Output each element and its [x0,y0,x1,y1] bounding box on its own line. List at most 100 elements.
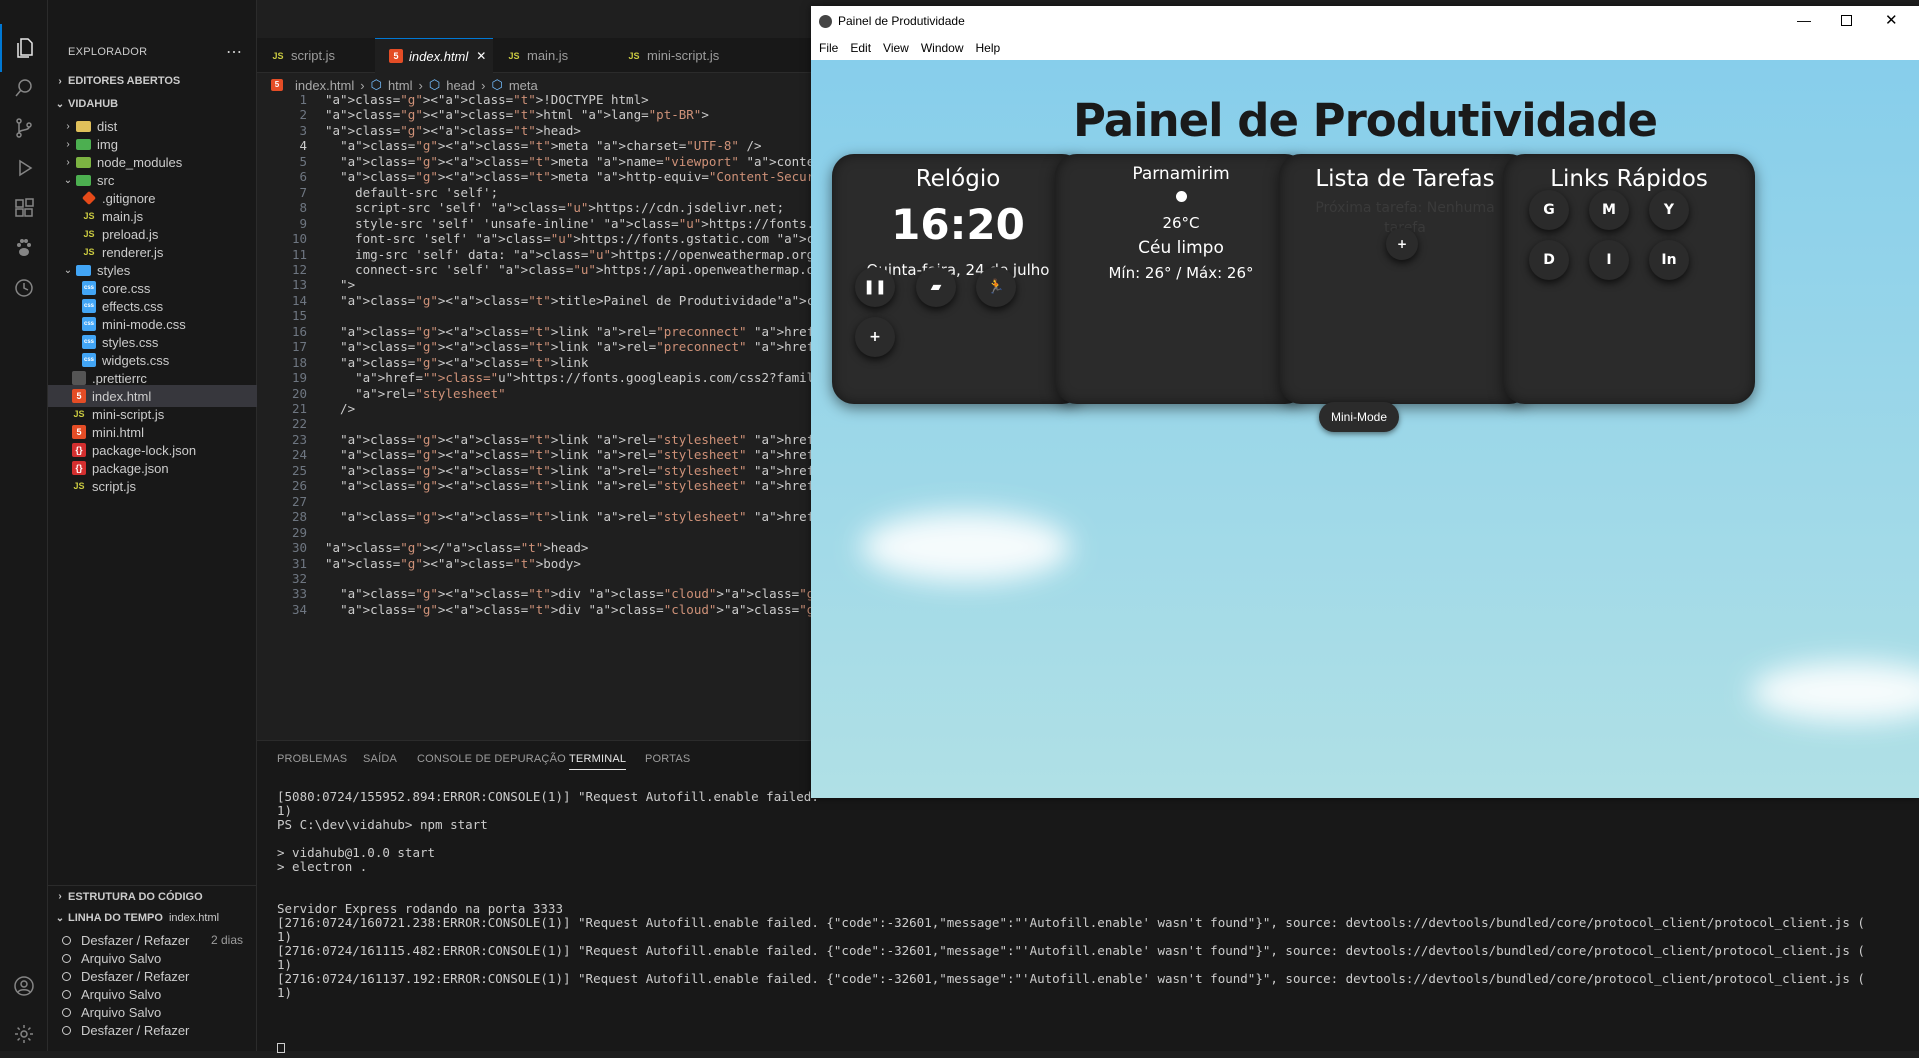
line-number: 8 [299,200,307,216]
tree-item-label: mini-mode.css [102,316,186,332]
code-line[interactable]: "a">rel="stylesheet" [325,386,506,401]
close-window-icon[interactable]: ✕ [1885,11,1898,29]
code-line[interactable]: "a">class="g"><"a">class="t">meta "a">ch… [325,138,761,153]
tree-item-label: dist [97,118,118,134]
weather-sun-icon [1175,191,1187,202]
line-number: 30 [291,540,307,556]
breadcrumb-item[interactable]: head [446,78,475,93]
line-number: 2 [299,107,307,123]
terminal-line: 1) [277,929,293,944]
open-editors-section[interactable]: › EDITORES ABERTOS [48,70,257,92]
tab-script-js[interactable]: JS script.js [257,38,375,73]
timeline-icon[interactable] [0,264,48,312]
more-actions-icon[interactable]: ⋯ [226,42,242,62]
account-icon[interactable] [0,962,48,1010]
timeline-item[interactable]: Desfazer / Refazer [48,1019,257,1041]
tree-item-label: styles.css [102,334,159,350]
line-number: 34 [291,601,307,617]
code-line[interactable]: "a">class="g"><"a">class="t">!DOCTYPE ht… [325,92,649,107]
code-line[interactable]: "a">class="g"><"a">class="t">head> [325,123,581,138]
js-file-icon: JS [83,211,95,221]
line-number: 11 [291,246,307,262]
breadcrumb-item[interactable]: meta [509,78,538,93]
code-line[interactable]: default-src 'self'; [325,185,498,200]
tab-output[interactable]: SAÍDA [363,753,397,765]
breadcrumb-item[interactable]: html [388,78,413,93]
code-line[interactable]: "a">class="g"></"a">class="t">head> [325,540,588,555]
pause-button[interactable]: ❚❚ [855,267,895,307]
tree-item-label: mini.html [92,424,145,440]
link-m-button[interactable]: M [1589,190,1629,230]
menu-edit[interactable]: Edit [850,41,871,55]
chevron-icon: › [66,120,70,132]
menu-view[interactable]: View [883,41,909,55]
terminal-line: 1) [277,985,293,1000]
tree-item-label: package-lock.json [92,442,197,458]
terminal-line: [2716:0724/161115.482:ERROR:CONSOLE(1)] … [277,943,1865,958]
tree-item-label: renderer.js [102,244,164,260]
tab-problems[interactable]: PROBLEMAS [277,753,347,765]
water-button[interactable]: ▰ [916,267,956,307]
project-label: VIDAHUB [68,98,119,110]
tab-main-js[interactable]: JS main.js [493,38,613,73]
tab-ports[interactable]: PORTAS [645,753,690,765]
close-tab-icon[interactable]: ✕ [476,49,486,63]
link-i-button[interactable]: I [1589,240,1629,280]
mini-mode-button[interactable]: Mini-Mode [1319,402,1399,432]
project-section[interactable]: ⌄ VIDAHUB [48,93,257,115]
exercise-button[interactable]: 🏃 [976,267,1016,307]
tree-item[interactable]: JS script.js [48,475,257,497]
menu-file[interactable]: File [819,41,838,55]
cup-icon: ▰ [930,279,942,295]
weather-temp: 26°C [1162,214,1200,232]
tree-item-label: styles [97,262,131,278]
link-g-button[interactable]: G [1529,190,1569,230]
timeline-section[interactable]: ⌄ LINHA DO TEMPO index.html [48,907,257,929]
tree-item-label: index.html [92,388,152,404]
git-file-icon [81,190,97,206]
menu-window[interactable]: Window [921,41,964,55]
activity-bar [0,0,48,1051]
code-line[interactable]: "a">class="g"><"a">class="t">body> [325,556,581,571]
maximize-icon[interactable] [1841,15,1852,26]
window-titlebar: Painel de Produtividade — ✕ [811,6,1919,36]
breadcrumb-item[interactable]: index.html [295,78,354,93]
tab-terminal[interactable]: TERMINAL [569,753,627,770]
weather-widget: Parnamirim 26°C Céu limpo Mín: 26° / Máx… [1055,154,1307,404]
tab-debug-console[interactable]: CONSOLE DE DEPURAÇÃO [417,753,566,765]
minimize-icon[interactable]: — [1797,12,1811,28]
chevron-icon: › [66,138,70,150]
link-in-button[interactable]: In [1649,240,1689,280]
add-task-button[interactable]: + [1386,228,1418,260]
circle-icon [62,1025,71,1035]
code-line[interactable]: "a">class="g"><"a">class="t">link [325,355,588,370]
tab-label: index.html [409,48,469,64]
js-file-icon: JS [508,50,520,61]
tab-mini-script-js[interactable]: JS mini-script.js [613,38,753,73]
line-number: 27 [291,493,307,509]
html-file-icon: 5 [389,49,403,63]
line-number: 7 [299,184,307,200]
outline-section[interactable]: › ESTRUTURA DO CÓDIGO [48,885,257,907]
js-file-icon: JS [83,229,95,239]
code-line[interactable]: "a">class="g"><"a">class="t">html "a">la… [325,107,709,122]
code-line[interactable]: script-src 'self' "a">class="u">https://… [325,200,784,215]
add-button[interactable]: + [855,317,895,357]
code-line[interactable]: img-src 'self' data: "a">class="u">https… [325,247,822,262]
clock-title: Relógio [915,166,1001,192]
chevron-right-icon: › [360,77,365,93]
link-d-button[interactable]: D [1529,240,1569,280]
code-line[interactable]: /> [325,401,355,416]
line-number: 20 [291,385,307,401]
css-file-icon: css [82,335,96,349]
menu-help[interactable]: Help [976,41,1001,55]
links-title: Links Rápidos [1550,166,1708,192]
weather-range: Mín: 26° / Máx: 26° [1108,264,1254,282]
folder-icon [76,138,91,150]
terminal-line: Servidor Express rodando na porta 3333 [277,901,563,916]
chevron-right-icon: › [481,77,486,93]
code-line[interactable]: "> [325,277,355,292]
link-y-button[interactable]: Y [1649,190,1689,230]
dashboard-heading: Painel de Produtividade [1073,94,1658,147]
tab-index-html[interactable]: 5 index.html ✕ [375,38,493,73]
